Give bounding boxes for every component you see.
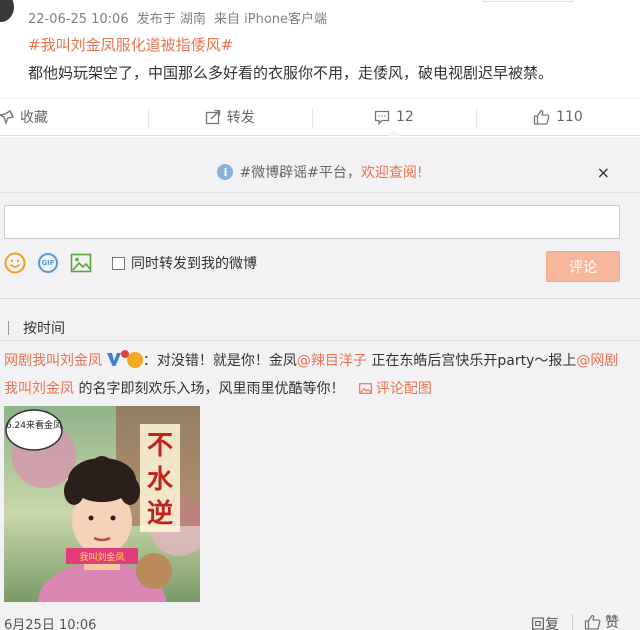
comment-count: 12: [395, 109, 414, 125]
comment-image-link[interactable]: 评论配图: [359, 381, 432, 397]
also-repost-label: 同时转发到我的微博: [131, 256, 257, 272]
thumbs-up-icon: [533, 109, 550, 125]
thumbs-up-icon: [584, 614, 601, 630]
comment-button[interactable]: 12: [311, 99, 476, 136]
also-repost-checkbox[interactable]: [112, 256, 125, 270]
favorite-button[interactable]: 收藏: [0, 99, 148, 135]
rumor-notice: i #微博辟谣#平台， 欢迎查阅!: [0, 157, 640, 187]
comment-section: i #微博辟谣#平台， 欢迎查阅! × GIF 同时转发到我的微博 评论 按时间…: [0, 137, 640, 630]
comment-text-part1: ：对没错！就是你！金凤: [142, 353, 297, 369]
comment-like-button[interactable]: 赞: [584, 612, 619, 630]
image-upload-icon[interactable]: [70, 253, 92, 273]
divider: [572, 614, 573, 630]
mention-link[interactable]: @辣目洋子: [297, 353, 367, 369]
comment-item: 网剧我叫刘金凤 ：对没错！就是你！金凤@辣目洋子 正在东皓后宫快乐开party～…: [4, 347, 624, 403]
post-topic-link[interactable]: #我叫刘金凤服化道被指倭风#: [28, 34, 233, 55]
share-icon: [205, 109, 220, 125]
notice-text: #微博辟谣#平台，: [239, 165, 361, 181]
notice-link[interactable]: 欢迎查阅!: [361, 162, 423, 182]
image-caption-char-2: 水: [147, 465, 174, 495]
image-caption-char-1: 不: [147, 431, 173, 461]
comment-input[interactable]: [4, 205, 620, 239]
weibo-post-page: 22-06-25 10:06 发布于 湖南 来自 iPhone客户端 #我叫刘金…: [0, 0, 640, 630]
divider: [0, 298, 640, 299]
image-caption-char-3: 逆: [147, 498, 173, 529]
comment-icon: [374, 110, 390, 125]
submit-comment-button[interactable]: 评论: [546, 251, 620, 282]
info-icon: i: [217, 164, 234, 180]
image-bottom-tag: 我叫刘金凤: [79, 551, 124, 563]
comment-toolbar: GIF 同时转发到我的微博: [4, 251, 257, 275]
comment-text-part3: 的名字即刻欢乐入场，风里雨里优酷等你！: [74, 381, 345, 397]
like-button[interactable]: 110: [475, 99, 640, 135]
favorite-label: 收藏: [20, 110, 48, 126]
image-bubble-text: 6.24来看金凤: [6, 419, 62, 431]
repost-label: 转发: [226, 110, 255, 126]
emoji-icon[interactable]: [4, 252, 26, 274]
repost-button[interactable]: 转发: [147, 99, 312, 135]
divider: [8, 321, 9, 335]
star-icon: [0, 110, 14, 125]
like-count: 110: [556, 109, 583, 125]
reply-button[interactable]: 回复: [531, 614, 559, 630]
post-action-bar: 收藏 转发 12 110: [0, 98, 640, 136]
comment-text-part2: 正在东皓后宫快乐开party～报上: [366, 353, 577, 369]
post-text: 都他妈玩架空了，中国那么多好看的衣服你不用，走倭风，破电视剧迟早被禁。: [28, 64, 554, 82]
post-location: 发布于 湖南: [136, 12, 206, 27]
sort-by-time-button[interactable]: 按时间: [23, 318, 65, 338]
comment-like-label: 赞: [605, 615, 619, 630]
divider: [0, 192, 640, 193]
sort-bar: 按时间: [8, 318, 65, 338]
author-avatar[interactable]: [0, 0, 14, 22]
picture-icon: [359, 383, 372, 394]
close-icon[interactable]: ×: [597, 163, 610, 182]
post-meta: 22-06-25 10:06 发布于 湖南 来自 iPhone客户端: [28, 8, 331, 27]
comment-image[interactable]: 6.24来看金凤 不 水 逆 我叫刘金凤: [4, 406, 200, 602]
comment-username[interactable]: 网剧我叫刘金凤: [4, 353, 102, 369]
divider: [0, 340, 640, 341]
comment-image-link-label: 评论配图: [375, 381, 432, 397]
follow-button[interactable]: [482, 0, 574, 2]
gif-icon[interactable]: GIF: [38, 253, 58, 273]
member-badge-icon: [120, 350, 143, 368]
post-source: 来自 iPhone客户端: [214, 12, 328, 27]
post-date[interactable]: 22-06-25 10:06: [28, 12, 129, 27]
comment-date: 6月25日 10:06: [4, 618, 97, 630]
